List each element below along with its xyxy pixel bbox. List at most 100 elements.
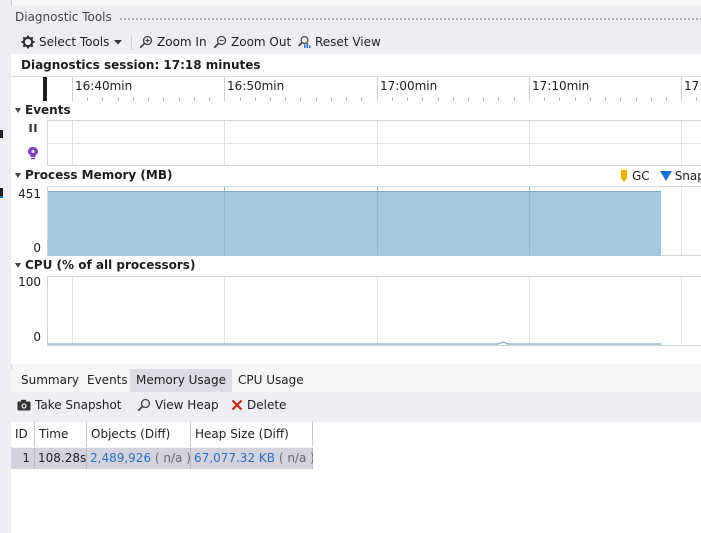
cell-time: 108.28s [35, 448, 87, 469]
memory-y-min: 0 [33, 241, 41, 255]
table-empty-area [11, 469, 313, 533]
session-duration: Diagnostics session: 17:18 minutes [21, 58, 261, 72]
dock-marker [0, 188, 3, 196]
delete-button[interactable]: Delete [231, 398, 286, 412]
search-icon [137, 398, 151, 412]
cpu-y-min: 0 [33, 330, 41, 344]
intellitrace-bulb-icon[interactable] [27, 146, 39, 160]
ruler-major-tick [224, 77, 225, 101]
select-tools-button[interactable]: Select Tools [21, 33, 123, 51]
view-heap-label: View Heap [155, 398, 219, 412]
collapse-caret-icon[interactable] [15, 107, 21, 113]
reset-view-button[interactable]: Reset View [297, 33, 381, 51]
take-snapshot-label: Take Snapshot [35, 398, 122, 412]
collapse-caret-icon[interactable] [15, 262, 21, 268]
cpu-section-title: CPU (% of all processors) [25, 258, 196, 272]
reset-view-icon [297, 35, 311, 48]
delete-label: Delete [247, 398, 287, 412]
events-lane[interactable] [47, 120, 701, 166]
zoom-in-button[interactable]: Zoom In [139, 33, 207, 51]
table-row[interactable]: 1 108.28s 2,489,926 ( n/a ) 67,077.32 KB… [11, 448, 315, 469]
column-header-objects[interactable]: Objects (Diff) [87, 422, 191, 447]
gridline [681, 187, 682, 255]
toolbar: Select Tools Zoom In Zoom Out Reset View [11, 30, 701, 54]
ruler-major-tick [72, 77, 73, 101]
table-empty-area [313, 422, 701, 533]
toolbar-separator [131, 35, 132, 50]
delete-x-icon [231, 399, 243, 411]
tool-window-titlebar[interactable]: Diagnostic Tools [11, 6, 701, 30]
gridline [529, 187, 530, 255]
legend-gc: GC [632, 169, 650, 183]
gridline [681, 121, 682, 165]
heap-size-link[interactable]: 67,077.32 KB [194, 451, 275, 465]
tab-memory-usage[interactable]: Memory Usage [130, 369, 233, 392]
collapse-caret-icon[interactable] [15, 172, 21, 178]
pause-icon[interactable] [28, 123, 38, 133]
memory-section-header[interactable]: Process Memory (MB) [15, 168, 172, 182]
tab-events[interactable]: Events [81, 369, 134, 392]
session-header: Diagnostics session: 17:18 minutes [11, 54, 701, 76]
memory-graph[interactable] [47, 186, 701, 256]
select-tools-label: Select Tools [39, 35, 110, 49]
cpu-graph[interactable] [47, 276, 701, 346]
ruler-label: 17:10min [532, 79, 590, 93]
memory-actions-bar: Take Snapshot View Heap Delete [11, 392, 701, 423]
chevron-down-icon [114, 40, 123, 45]
column-header-id[interactable]: ID [11, 422, 35, 447]
take-snapshot-button[interactable]: Take Snapshot [17, 398, 122, 412]
detail-tabs: Summary Events Memory Usage CPU Usage [11, 369, 701, 392]
cell-id: 1 [11, 448, 35, 469]
zoom-in-icon [139, 35, 153, 49]
gear-icon [21, 35, 35, 49]
events-section-title: Events [25, 103, 71, 117]
cpu-y-max: 100 [18, 275, 41, 289]
window-title: Diagnostic Tools [15, 10, 112, 24]
memory-legend: GC Snap [620, 169, 701, 183]
ruler-major-tick [377, 77, 378, 101]
gridline [72, 121, 73, 165]
memory-y-max: 451 [18, 187, 41, 201]
zoom-out-icon [213, 35, 227, 49]
gridline [224, 187, 225, 255]
ruler-label: 17: [684, 79, 701, 93]
ruler-label: 17:00min [380, 79, 438, 93]
zoom-out-button[interactable]: Zoom Out [213, 33, 291, 51]
reset-view-label: Reset View [315, 35, 381, 49]
zoom-in-label: Zoom In [157, 35, 207, 49]
ruler-major-tick [529, 77, 530, 101]
memory-section-title: Process Memory (MB) [25, 168, 173, 182]
memory-usage-area [48, 191, 661, 256]
ruler-label: 16:40min [75, 79, 133, 93]
cell-objects: 2,489,926 ( n/a ) [87, 448, 191, 469]
cpu-section-header[interactable]: CPU (% of all processors) [15, 258, 195, 272]
objects-diff: ( n/a ) [154, 451, 191, 465]
tab-summary[interactable]: Summary [15, 369, 85, 392]
tab-cpu-usage[interactable]: CPU Usage [232, 369, 310, 392]
events-section-header[interactable]: Events [15, 103, 71, 117]
gc-marker-icon [621, 170, 627, 182]
legend-snapshot: Snap [674, 169, 701, 183]
timeline-cursor[interactable] [43, 77, 47, 101]
zoom-out-label: Zoom Out [231, 35, 292, 49]
gridline [377, 187, 378, 255]
objects-count-link[interactable]: 2,489,926 [90, 451, 151, 465]
events-lane-divider [48, 143, 701, 144]
heap-diff: ( n/a ) [278, 451, 315, 465]
column-header-time[interactable]: Time [35, 422, 87, 447]
snapshot-marker-icon [659, 171, 672, 181]
dock-marker-blue [0, 196, 3, 198]
column-header-heap-size[interactable]: Heap Size (Diff) [191, 422, 313, 447]
cpu-usage-line [48, 341, 661, 345]
dock-marker [0, 130, 3, 138]
ruler-major-tick [681, 77, 682, 101]
gridline [224, 121, 225, 165]
graphs-area: Events Process Memory (MB) GC Snap 451 0 [11, 101, 701, 364]
titlebar-grip[interactable] [119, 17, 701, 22]
ruler-label: 16:50min [227, 79, 285, 93]
view-heap-button[interactable]: View Heap [137, 398, 219, 412]
gridline [377, 121, 378, 165]
gridline [529, 121, 530, 165]
time-ruler[interactable]: 16:40min 16:50min 17:00min 17:10min 17: [11, 76, 701, 103]
cell-heap-size: 67,077.32 KB ( n/a ) [191, 448, 315, 469]
